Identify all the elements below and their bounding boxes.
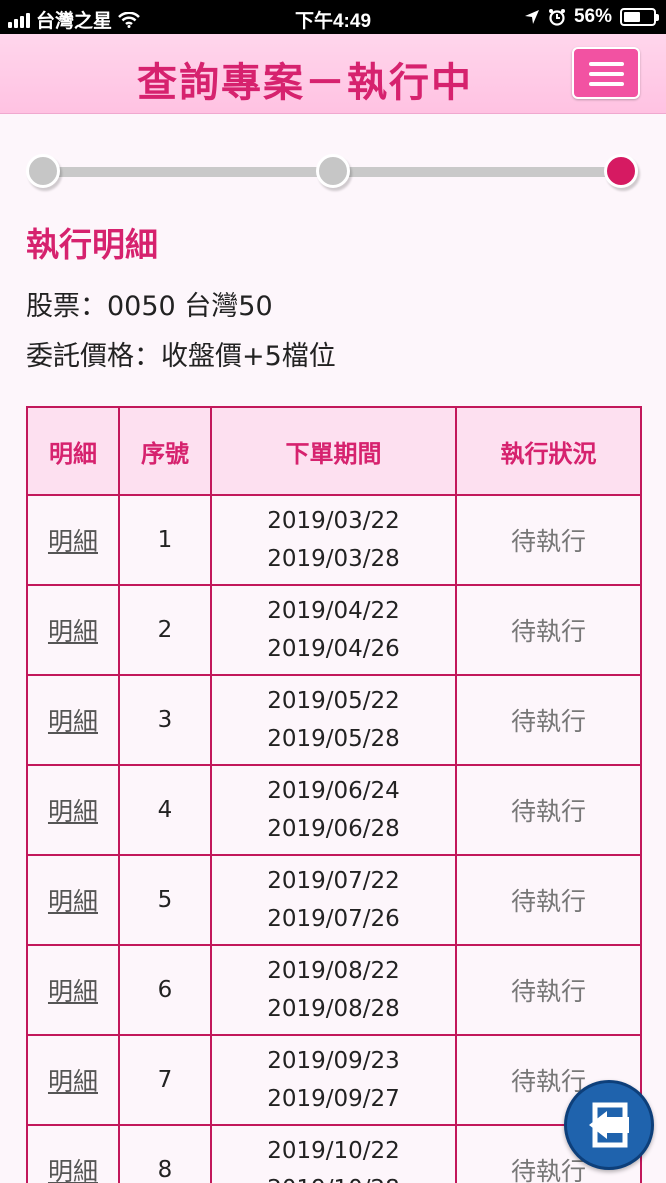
period-start: 2019/09/23 (267, 1048, 400, 1074)
period-end: 2019/03/28 (267, 546, 400, 572)
seq-cell: 2 (118, 584, 212, 676)
execution-table: 明細 序號 下單期間 執行狀況 明細 1 2019/03/22 2019/03/2… (26, 406, 642, 1183)
battery-icon (620, 8, 659, 26)
status-bar: 台灣之星 下午4:49 56% (0, 0, 666, 34)
detail-link[interactable]: 明細 (26, 494, 120, 586)
period-end: 2019/10/28 (212, 1170, 455, 1183)
table-row: 明細 1 2019/03/22 2019/03/28 待執行 (26, 494, 642, 586)
back-arrow-icon (589, 1102, 629, 1148)
detail-link[interactable]: 明細 (26, 1124, 120, 1183)
seq-cell: 6 (118, 944, 212, 1036)
status-cell: 待執行 (455, 584, 642, 676)
status-cell: 待執行 (455, 764, 642, 856)
table-row: 明細 3 2019/05/22 2019/05/28 待執行 (26, 674, 642, 766)
period-start: 2019/03/22 (267, 508, 400, 534)
period-end: 2019/04/26 (267, 636, 400, 662)
period-cell: 2019/04/22 2019/04/26 (210, 584, 457, 676)
period-cell: 2019/03/22 2019/03/28 (210, 494, 457, 586)
period-end: 2019/08/28 (267, 996, 400, 1022)
status-cell: 待執行 (455, 944, 642, 1036)
period-cell: 2019/09/23 2019/09/27 (210, 1034, 457, 1126)
table-header-row: 明細 序號 下單期間 執行狀況 (26, 406, 642, 496)
app-header: 查詢專案－執行中 (0, 34, 666, 114)
seq-cell: 4 (118, 764, 212, 856)
status-cell: 待執行 (455, 674, 642, 766)
header-detail: 明細 (26, 406, 120, 496)
period-end: 2019/07/26 (267, 906, 400, 932)
step-3-dot (604, 154, 638, 188)
step-2-dot (316, 154, 350, 188)
status-right: 56% (524, 6, 659, 28)
battery-percent: 56% (573, 6, 612, 27)
period-end: 2019/06/28 (267, 816, 400, 842)
period-start: 2019/05/22 (267, 688, 400, 714)
alarm-icon (548, 9, 565, 26)
header-status: 執行狀況 (455, 406, 642, 496)
detail-link[interactable]: 明細 (26, 764, 120, 856)
period-start: 2019/06/24 (267, 778, 400, 804)
header-period: 下單期間 (210, 406, 457, 496)
price-info: 委託價格：收盤價+5檔位 (26, 341, 336, 372)
detail-link[interactable]: 明細 (26, 674, 120, 766)
period-start: 2019/08/22 (267, 958, 400, 984)
progress-stepper (26, 154, 640, 194)
stock-info: 股票：0050 台灣50 (26, 291, 273, 322)
detail-link[interactable]: 明細 (26, 584, 120, 676)
period-cell: 2019/10/22 2019/10/28 (210, 1124, 457, 1183)
period-start: 2019/04/22 (267, 598, 400, 624)
table-row: 明細 2 2019/04/22 2019/04/26 待執行 (26, 584, 642, 676)
detail-link[interactable]: 明細 (26, 944, 120, 1036)
seq-cell: 7 (118, 1034, 212, 1126)
section-title: 執行明細 (26, 225, 158, 264)
period-cell: 2019/08/22 2019/08/28 (210, 944, 457, 1036)
seq-cell: 5 (118, 854, 212, 946)
step-1-dot (26, 154, 60, 188)
detail-link[interactable]: 明細 (26, 854, 120, 946)
table-row: 明細 4 2019/06/24 2019/06/28 待執行 (26, 764, 642, 856)
seq-cell: 3 (118, 674, 212, 766)
period-cell: 2019/05/22 2019/05/28 (210, 674, 457, 766)
header-seq: 序號 (118, 406, 212, 496)
table-row: 明細 6 2019/08/22 2019/08/28 待執行 (26, 944, 642, 1036)
period-end: 2019/05/28 (267, 726, 400, 752)
table-row: 明細 5 2019/07/22 2019/07/26 待執行 (26, 854, 642, 946)
seq-cell: 1 (118, 494, 212, 586)
period-cell: 2019/06/24 2019/06/28 (210, 764, 457, 856)
status-cell: 待執行 (455, 494, 642, 586)
page-title: 查詢專案－執行中 (137, 60, 473, 106)
status-cell: 待執行 (455, 854, 642, 946)
detail-link[interactable]: 明細 (26, 1034, 120, 1126)
seq-cell: 8 (118, 1124, 212, 1183)
period-end: 2019/09/27 (267, 1086, 400, 1112)
period-start: 2019/10/22 (267, 1138, 400, 1164)
menu-button[interactable] (572, 47, 640, 99)
period-start: 2019/07/22 (267, 868, 400, 894)
back-fab-button[interactable] (564, 1080, 654, 1170)
table-row: 明細 8 2019/10/222019/10/28 待執行 (26, 1124, 642, 1183)
battery-fill (624, 12, 640, 22)
table-row: 明細 7 2019/09/23 2019/09/27 待執行 (26, 1034, 642, 1126)
period-cell: 2019/07/22 2019/07/26 (210, 854, 457, 946)
location-arrow-icon (524, 10, 539, 24)
